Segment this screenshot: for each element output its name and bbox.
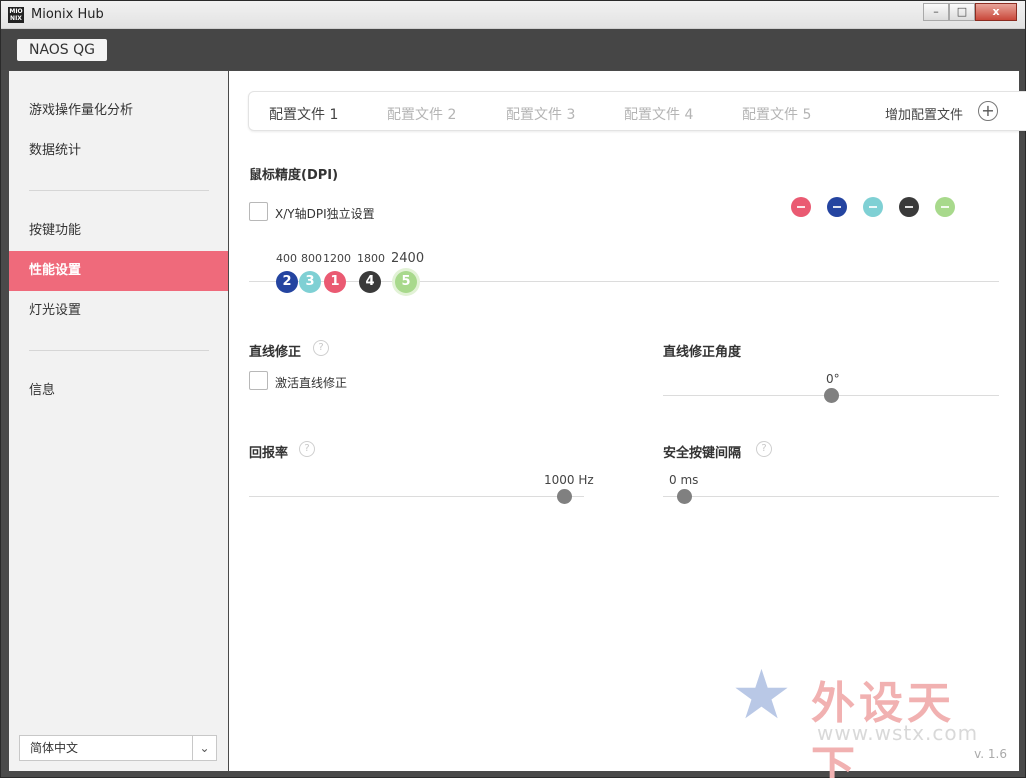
window-controls: – □ x — [923, 3, 1017, 21]
debounce-slider-track[interactable] — [663, 496, 999, 497]
sidebar: 游戏操作量化分析 数据统计 按键功能 性能设置 灯光设置 信息 简体中文 ⌄ — [9, 71, 228, 771]
angle-snapping-label: 激活直线修正 — [275, 376, 348, 390]
close-button[interactable]: x — [975, 3, 1017, 21]
dpi-color-swatch-5[interactable] — [935, 197, 955, 217]
app-logo-icon: MIO NIX — [8, 7, 24, 23]
xy-dpi-label: X/Y轴DPI独立设置 — [275, 207, 375, 221]
sidebar-divider — [29, 350, 209, 351]
tab-profile-1[interactable]: 配置文件 1 — [269, 104, 338, 124]
xy-dpi-checkbox[interactable] — [249, 202, 268, 221]
polling-rate-title: 回报率 — [249, 446, 289, 461]
version-label: v. 1.6 — [974, 747, 1007, 761]
dpi-node-2[interactable]: 2 — [276, 271, 298, 293]
dpi-level-label: 1800 — [357, 252, 385, 265]
dpi-level-label: 800 — [301, 252, 322, 265]
language-value: 简体中文 — [30, 741, 79, 755]
dpi-node-1[interactable]: 1 — [324, 271, 346, 293]
dpi-level-label: 2400 — [391, 251, 425, 266]
dpi-node-5[interactable]: 5 — [395, 271, 417, 293]
maximize-button[interactable]: □ — [949, 3, 975, 21]
polling-rate-value: 1000 Hz — [544, 473, 594, 487]
dpi-color-swatch-1[interactable] — [791, 197, 811, 217]
angle-snapping-angle-title: 直线修正角度 — [663, 345, 742, 360]
plus-circle-icon[interactable]: + — [978, 101, 998, 121]
dpi-node-4[interactable]: 4 — [359, 271, 381, 293]
dpi-color-swatch-3[interactable] — [863, 197, 883, 217]
watermark-url: www.wstx.com — [817, 721, 979, 745]
debounce-value: 0 ms — [669, 473, 699, 487]
angle-snapping-checkbox[interactable] — [249, 371, 268, 390]
tab-profile-3[interactable]: 配置文件 3 — [506, 104, 575, 124]
polling-rate-slider-track[interactable] — [249, 496, 584, 497]
sidebar-item-analysis[interactable]: 游戏操作量化分析 — [9, 91, 228, 131]
watermark-star-icon: ★ — [731, 656, 792, 735]
dpi-color-swatch-2[interactable] — [827, 197, 847, 217]
sidebar-item-buttons[interactable]: 按键功能 — [9, 211, 228, 251]
dpi-node-3[interactable]: 3 — [299, 271, 321, 293]
polling-rate-slider-knob[interactable] — [557, 489, 572, 504]
debounce-slider-knob[interactable] — [677, 489, 692, 504]
profile-tabs: 配置文件 1 配置文件 2 配置文件 3 配置文件 4 配置文件 5 增加配置文… — [248, 91, 1026, 131]
sidebar-item-lighting[interactable]: 灯光设置 — [9, 291, 228, 331]
app-title: Mionix Hub — [31, 7, 104, 22]
angle-snapping-title: 直线修正 — [249, 345, 302, 360]
dpi-level-label: 1200 — [323, 252, 351, 265]
add-profile-button[interactable]: 增加配置文件 — [885, 104, 963, 123]
sidebar-divider — [29, 190, 209, 191]
tab-profile-5[interactable]: 配置文件 5 — [742, 104, 811, 124]
help-icon[interactable]: ? — [299, 441, 315, 457]
minimize-button[interactable]: – — [923, 3, 949, 21]
debounce-title: 安全按键间隔 — [663, 446, 742, 461]
dpi-level-label: 400 — [276, 252, 297, 265]
help-icon[interactable]: ? — [756, 441, 772, 457]
angle-slider-knob[interactable] — [824, 388, 839, 403]
tab-profile-4[interactable]: 配置文件 4 — [624, 104, 693, 124]
main-panel: 配置文件 1 配置文件 2 配置文件 3 配置文件 4 配置文件 5 增加配置文… — [229, 71, 1026, 778]
dpi-color-swatch-4[interactable] — [899, 197, 919, 217]
chevron-down-icon[interactable]: ⌄ — [192, 736, 216, 760]
dpi-title: 鼠标精度(DPI) — [249, 168, 339, 183]
app-window: MIO NIX Mionix Hub – □ x NAOS QG 游戏操作量化分… — [0, 0, 1026, 778]
sidebar-item-performance[interactable]: 性能设置 — [9, 251, 228, 291]
device-bar: NAOS QG — [1, 29, 1025, 70]
watermark: ★ 外设天下 www.wstx.com — [731, 656, 1001, 778]
device-tab[interactable]: NAOS QG — [17, 39, 107, 61]
language-select[interactable]: 简体中文 ⌄ — [19, 735, 217, 761]
angle-value-label: 0° — [826, 372, 840, 386]
sidebar-item-statistics[interactable]: 数据统计 — [9, 131, 228, 171]
help-icon[interactable]: ? — [313, 340, 329, 356]
tab-profile-2[interactable]: 配置文件 2 — [387, 104, 456, 124]
title-bar: MIO NIX Mionix Hub – □ x — [1, 1, 1025, 29]
sidebar-item-info[interactable]: 信息 — [9, 371, 228, 411]
